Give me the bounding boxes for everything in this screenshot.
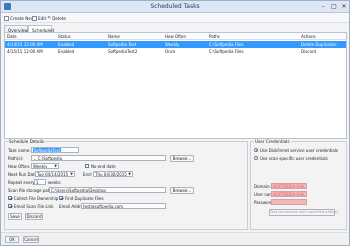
- email-scan-label: Email Scan File Link: [14, 204, 54, 209]
- paths-input[interactable]: ⌄ C:\Softpedia: [31, 155, 166, 161]
- cell-paths: C:\Softpedia Files: [209, 42, 244, 47]
- cell-name: Softpedia Test: [108, 42, 137, 47]
- end-label: End:: [83, 172, 92, 177]
- calendar-dropdown-icon: ▼: [70, 172, 73, 176]
- toolbar: Create New Edit ✕ Delete: [1, 13, 349, 23]
- cancel-button[interactable]: Cancel: [23, 236, 39, 243]
- user-credentials-group: User Credentials Use DiskFerret service …: [250, 139, 347, 230]
- column-name[interactable]: Name: [108, 34, 120, 39]
- repeat-every-label: Repeat every:: [8, 180, 36, 185]
- next-run-date-picker[interactable]: Tue 04/14/2015 ▼: [35, 171, 75, 177]
- paths-label: Path(s):: [8, 156, 24, 161]
- title-bar: Scheduled Tasks – □ ✕: [1, 1, 349, 13]
- domain-label: Domain:: [254, 184, 271, 189]
- cell-status: Enabled: [58, 49, 75, 54]
- find-duplicates-label: Find Duplicate Files: [65, 196, 104, 201]
- list-header: Date Status Name How Often Paths Actions: [5, 33, 346, 40]
- user-name-input[interactable]: SOFTPEDIA-SAV: [271, 191, 307, 197]
- collect-ownership-checkbox[interactable]: [8, 196, 12, 200]
- window-title: Scheduled Tasks: [150, 3, 200, 10]
- service-credentials-label: Use DiskFerret service user credentials: [260, 148, 338, 153]
- cell-actions: Delete Duplicates: [301, 42, 337, 47]
- task-name-input[interactable]: SoftpediaTest: [31, 147, 79, 153]
- cell-actions: Discard: [301, 49, 317, 54]
- edit-label: Edit: [38, 15, 47, 21]
- new-file-icon: [4, 15, 9, 21]
- how-often-label: How Often:: [8, 164, 31, 169]
- test-connection-button[interactable]: Test connection with specified path(s): [269, 209, 338, 216]
- browse-paths-button[interactable]: Browse...: [170, 155, 194, 162]
- scan-credentials-radio[interactable]: [254, 156, 258, 160]
- edit-icon: [32, 15, 37, 21]
- next-run-label: Next Run Date:: [8, 172, 39, 177]
- delete-button[interactable]: ✕ Delete: [47, 15, 66, 21]
- cell-date: 4/15/15 12:00 AM: [7, 49, 43, 54]
- cell-paths: C:\Softpedia Files: [209, 49, 244, 54]
- how-often-select[interactable]: Weekly ▼: [31, 163, 59, 169]
- repeat-every-stepper[interactable]: 1: [34, 179, 46, 185]
- email-scan-checkbox[interactable]: [8, 204, 12, 208]
- column-actions[interactable]: Actions: [301, 34, 316, 39]
- scan-file-path-label: Scan file storage path:: [8, 188, 54, 193]
- table-row[interactable]: 4/14/15 12:00 AM Enabled Softpedia Test …: [5, 41, 346, 48]
- column-date[interactable]: Date: [7, 34, 17, 39]
- dialog-footer: OK Cancel: [1, 232, 349, 245]
- cell-how-often: Once: [165, 49, 176, 54]
- scheduled-tasks-list: Date Status Name How Often Paths Actions…: [4, 32, 347, 139]
- repeat-unit-label: weeks: [48, 180, 61, 185]
- email-address-input[interactable]: test@softpedia.com: [81, 203, 166, 209]
- schedule-details-legend: Schedule Details: [8, 139, 46, 144]
- schedule-details-group: Schedule Details Task name: SoftpediaTes…: [4, 139, 248, 230]
- ok-button[interactable]: OK: [5, 236, 19, 243]
- no-end-date-label: No end date: [91, 164, 116, 169]
- delete-icon: ✕: [47, 15, 52, 21]
- minimize-button[interactable]: –: [319, 3, 327, 10]
- no-end-date-checkbox[interactable]: [85, 164, 89, 168]
- create-new-button[interactable]: Create New: [4, 15, 34, 21]
- cell-status: Enabled: [58, 42, 75, 47]
- discard-button[interactable]: Discard: [25, 213, 43, 220]
- browse-scan-path-button[interactable]: Browse...: [170, 187, 194, 194]
- password-input[interactable]: [271, 199, 307, 205]
- service-credentials-radio[interactable]: [254, 148, 258, 152]
- calendar-dropdown-icon: ▼: [128, 172, 131, 176]
- column-status[interactable]: Status: [58, 34, 71, 39]
- save-button[interactable]: Save: [8, 213, 22, 220]
- scheduled-tasks-window: Scheduled Tasks – □ ✕ Create New Edit ✕ …: [0, 0, 350, 246]
- task-name-label: Task name:: [8, 148, 31, 153]
- paths-value: C:\Softpedia: [37, 156, 63, 161]
- create-new-label: Create New: [10, 15, 35, 21]
- maximize-button[interactable]: □: [330, 3, 338, 10]
- cell-date: 4/14/15 12:00 AM: [7, 42, 43, 47]
- next-run-value: Tue 04/14/2015: [37, 172, 69, 177]
- close-button[interactable]: ✕: [340, 3, 348, 10]
- task-name-value: SoftpediaTest: [33, 148, 61, 153]
- collect-ownership-label: Collect File Ownership: [14, 196, 59, 201]
- cell-name: SoftpediaTest2: [108, 49, 138, 54]
- domain-input[interactable]: SOFTPEDIA-SAV: [271, 183, 307, 189]
- end-date-value: Thu 04/30/2015: [95, 172, 127, 177]
- delete-label: Delete: [52, 15, 66, 21]
- scan-credentials-label: Use scan specific user credentials: [260, 156, 328, 161]
- chevron-down-icon: ▼: [54, 164, 57, 168]
- column-how-often[interactable]: How Often: [165, 34, 186, 39]
- end-date-picker[interactable]: Thu 04/30/2015 ▼: [93, 171, 133, 177]
- how-often-value: Weekly: [33, 164, 48, 169]
- column-paths[interactable]: Paths: [209, 34, 220, 39]
- scan-file-path-input[interactable]: C:\Users\Softpedia\Desktop: [49, 187, 166, 193]
- user-credentials-legend: User Credentials: [254, 139, 291, 144]
- edit-button[interactable]: Edit: [32, 15, 46, 21]
- find-duplicates-checkbox[interactable]: [59, 196, 63, 200]
- table-row[interactable]: 4/15/15 12:00 AM Enabled SoftpediaTest2 …: [5, 48, 346, 55]
- cell-how-often: Weekly: [165, 42, 180, 47]
